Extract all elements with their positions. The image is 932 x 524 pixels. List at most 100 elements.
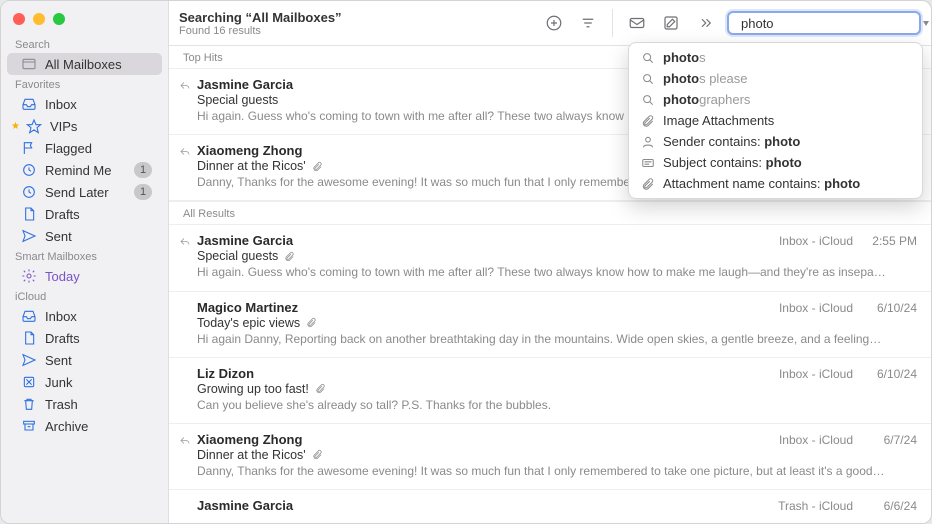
mailboxes-icon xyxy=(21,56,37,72)
message-row[interactable]: Xiaomeng Zhong Inbox - iCloud 6/7/24 Din… xyxy=(169,424,931,490)
search-scope-caret-icon[interactable] xyxy=(923,21,929,26)
sidebar-item-icloud-trash[interactable]: Trash xyxy=(7,393,162,415)
subject: Today's epic views xyxy=(197,316,917,330)
sidebar-item-remind-me[interactable]: Remind Me 1 xyxy=(7,159,162,181)
sidebar-item-vips[interactable]: ★ VIPs xyxy=(7,115,162,137)
suggestion-photographers[interactable]: photographers xyxy=(629,89,922,110)
reply-icon xyxy=(179,435,191,447)
sidebar-item-icloud-drafts[interactable]: Drafts xyxy=(7,327,162,349)
time: 6/10/24 xyxy=(861,301,917,315)
person-icon xyxy=(641,135,655,149)
reply-icon xyxy=(179,146,191,158)
location: Inbox - iCloud xyxy=(301,234,853,248)
sidebar-section-search: Search xyxy=(1,35,168,53)
sender: Jasmine Garcia xyxy=(197,77,293,92)
subject-icon xyxy=(641,156,655,170)
envelope-button[interactable] xyxy=(625,11,649,35)
preview: Can you believe she's already so tall? P… xyxy=(197,397,917,413)
sidebar-item-all-mailboxes[interactable]: All Mailboxes xyxy=(7,53,162,75)
message-row[interactable]: Magico Martinez Inbox - iCloud 6/10/24 T… xyxy=(169,292,931,358)
location: Trash - iCloud xyxy=(301,499,853,513)
attachment-icon xyxy=(312,449,323,460)
reply-icon xyxy=(179,80,191,92)
new-message-alt-button[interactable] xyxy=(542,11,566,35)
sidebar-section-icloud: iCloud xyxy=(1,287,168,305)
paperclip-icon xyxy=(641,114,655,128)
message-row[interactable]: Jasmine Garcia Trash - iCloud 6/6/24 xyxy=(169,490,931,523)
sidebar-item-today[interactable]: Today xyxy=(7,265,162,287)
reply-icon xyxy=(179,236,191,248)
compose-button[interactable] xyxy=(659,11,683,35)
search-icon xyxy=(641,51,655,65)
sender: Liz Dizon xyxy=(197,366,254,381)
sender: Magico Martinez xyxy=(197,300,298,315)
time: 6/10/24 xyxy=(861,367,917,381)
filter-button[interactable] xyxy=(576,11,600,35)
sidebar-item-icloud-inbox[interactable]: Inbox xyxy=(7,305,162,327)
gear-icon xyxy=(21,268,37,284)
sender: Xiaomeng Zhong xyxy=(197,432,302,447)
subject: Growing up too fast! xyxy=(197,382,917,396)
close-window-button[interactable] xyxy=(13,13,25,25)
result-count: Found 16 results xyxy=(179,25,532,37)
sidebar-item-flagged[interactable]: Flagged xyxy=(7,137,162,159)
suggestion-photos[interactable]: photos xyxy=(629,47,922,68)
archive-icon xyxy=(21,418,37,434)
section-all-results: All Results xyxy=(169,201,931,225)
location: Inbox - iCloud xyxy=(310,433,853,447)
suggestion-sender-contains[interactable]: Sender contains: photo xyxy=(629,131,922,152)
sidebar-item-icloud-archive[interactable]: Archive xyxy=(7,415,162,437)
subject: Special guests xyxy=(197,249,917,263)
paperplane-icon xyxy=(21,352,37,368)
document-icon xyxy=(21,330,37,346)
badge: 1 xyxy=(134,184,152,200)
suggestion-image-attachments[interactable]: Image Attachments xyxy=(629,110,922,131)
sender: Jasmine Garcia xyxy=(197,233,293,248)
location: Inbox - iCloud xyxy=(306,301,853,315)
location: Inbox - iCloud xyxy=(262,367,853,381)
more-toolbar-button[interactable] xyxy=(693,11,717,35)
time: 6/6/24 xyxy=(861,499,917,513)
minimize-window-button[interactable] xyxy=(33,13,45,25)
inbox-icon xyxy=(21,308,37,324)
sidebar-item-send-later[interactable]: Send Later 1 xyxy=(7,181,162,203)
paperplane-icon xyxy=(21,228,37,244)
search-icon xyxy=(641,93,655,107)
sidebar-section-favorites: Favorites xyxy=(1,75,168,93)
title-block: Searching “All Mailboxes” Found 16 resul… xyxy=(179,10,532,37)
sidebar-item-sent[interactable]: Sent xyxy=(7,225,162,247)
sender: Xiaomeng Zhong xyxy=(197,143,302,158)
suggestion-photos-please[interactable]: photos please xyxy=(629,68,922,89)
document-icon xyxy=(21,206,37,222)
inbox-icon xyxy=(21,96,37,112)
search-icon xyxy=(641,72,655,86)
attachment-icon xyxy=(315,383,326,394)
suggestion-attachment-contains[interactable]: Attachment name contains: photo xyxy=(629,173,922,194)
trash-icon xyxy=(21,396,37,412)
time: 6/7/24 xyxy=(861,433,917,447)
star-icon: ★ xyxy=(11,121,20,132)
zoom-window-button[interactable] xyxy=(53,13,65,25)
preview: Hi again Danny, Reporting back on anothe… xyxy=(197,331,917,347)
search-input[interactable] xyxy=(741,16,917,31)
message-row[interactable]: Jasmine Garcia Inbox - iCloud 2:55 PM Sp… xyxy=(169,225,931,291)
toolbar-divider xyxy=(612,9,613,37)
preview: Hi again. Guess who's coming to town wit… xyxy=(197,264,917,280)
search-field[interactable]: ✕ xyxy=(727,11,921,35)
window-controls xyxy=(1,7,168,35)
message-row[interactable]: Liz Dizon Inbox - iCloud 6/10/24 Growing… xyxy=(169,358,931,424)
sidebar-item-icloud-sent[interactable]: Sent xyxy=(7,349,162,371)
sender: Jasmine Garcia xyxy=(197,498,293,513)
search-container: ✕ xyxy=(727,11,921,35)
subject: Dinner at the Ricos' xyxy=(197,448,917,462)
preview: Danny, Thanks for the awesome evening! I… xyxy=(197,463,917,479)
attachment-icon xyxy=(312,161,323,172)
sidebar: Search All Mailboxes Favorites Inbox ★ V… xyxy=(1,1,169,523)
sidebar-item-inbox[interactable]: Inbox xyxy=(7,93,162,115)
vip-icon xyxy=(26,118,42,134)
search-suggestions: photos photos please photographers Image… xyxy=(628,42,923,199)
flag-icon xyxy=(21,140,37,156)
sidebar-item-drafts[interactable]: Drafts xyxy=(7,203,162,225)
sidebar-item-icloud-junk[interactable]: Junk xyxy=(7,371,162,393)
suggestion-subject-contains[interactable]: Subject contains: photo xyxy=(629,152,922,173)
